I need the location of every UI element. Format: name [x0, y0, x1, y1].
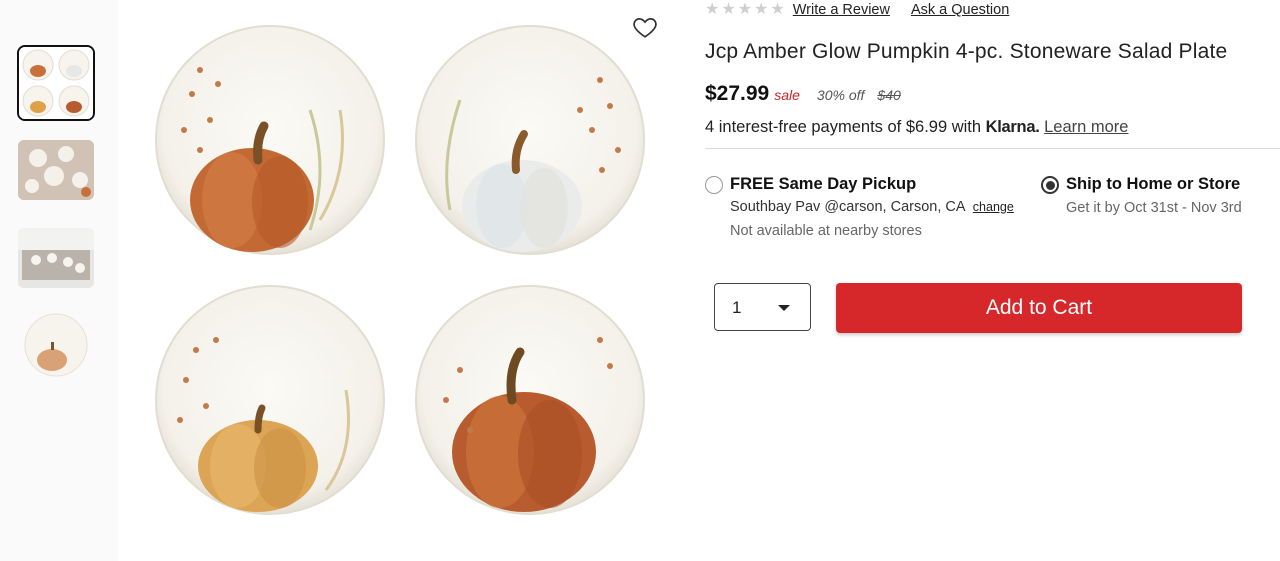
plate-3 — [155, 285, 385, 515]
plate-4 — [415, 285, 645, 515]
ask-question-link[interactable]: Ask a Question — [911, 2, 1009, 18]
thumbnail-table-setting[interactable] — [18, 140, 94, 200]
product-info: ★ ★ ★ ★ ★ Write a Review Ask a Question … — [705, 0, 1280, 561]
quantity-select[interactable]: 1 — [714, 283, 811, 331]
write-review-link[interactable]: Write a Review — [793, 2, 890, 18]
rating-row: ★ ★ ★ ★ ★ Write a Review Ask a Question — [705, 0, 1009, 20]
heart-icon[interactable] — [632, 14, 658, 40]
original-price: $40 — [877, 87, 901, 103]
pickup-store-line: Southbay Pav @carson, Carson, CA change — [730, 199, 1014, 215]
add-to-cart-button[interactable]: Add to Cart — [836, 283, 1242, 333]
ship-radio[interactable] — [1041, 176, 1059, 194]
ship-option[interactable]: Ship to Home or Store Get it by Oct 31st… — [1041, 175, 1280, 225]
ship-title: Ship to Home or Store — [1066, 175, 1241, 193]
divider — [705, 148, 1280, 149]
pickup-option[interactable]: FREE Same Day Pickup Southbay Pav @carso… — [705, 175, 1035, 245]
star-icon: ★ — [721, 1, 736, 18]
quantity-value: 1 — [732, 298, 742, 317]
ship-eta: Get it by Oct 31st - Nov 3rd — [1066, 200, 1242, 216]
pickup-radio[interactable] — [705, 176, 723, 194]
klarna-logo: Klarna. — [985, 118, 1040, 136]
product-title: Jcp Amber Glow Pumpkin 4-pc. Stoneware S… — [705, 40, 1228, 63]
thumbnail-four-plates[interactable] — [17, 45, 95, 121]
plate-1 — [155, 25, 385, 255]
star-icon: ★ — [737, 1, 753, 18]
pickup-title: FREE Same Day Pickup — [730, 175, 917, 193]
sale-price: $27.99 — [705, 82, 770, 105]
star-icon: ★ — [770, 1, 785, 18]
plate-2 — [415, 25, 645, 255]
star-icon: ★ — [754, 1, 769, 18]
thumbnail-gallery — [0, 0, 118, 561]
discount-label: 30% off — [816, 87, 865, 103]
change-store-link[interactable]: change — [973, 200, 1014, 214]
klarna-row: 4 interest-free payments of $6.99 with K… — [705, 118, 1128, 137]
star-rating: ★ ★ ★ ★ ★ — [705, 2, 785, 18]
pickup-store: Southbay Pav @carson, Carson, CA — [730, 199, 965, 215]
main-product-image[interactable] — [140, 10, 670, 530]
pickup-availability: Not available at nearby stores — [730, 223, 922, 239]
thumbnail-dining-room[interactable] — [18, 228, 94, 288]
sale-label: sale — [774, 87, 800, 103]
learn-more-link[interactable]: Learn more — [1044, 118, 1128, 136]
chevron-down-icon — [778, 305, 790, 311]
klarna-text: 4 interest-free payments of $6.99 with — [705, 118, 982, 136]
thumbnail-single-plate[interactable] — [18, 312, 94, 378]
star-icon: ★ — [705, 1, 720, 18]
price-row: $27.99 sale 30% off $40 — [705, 82, 901, 106]
